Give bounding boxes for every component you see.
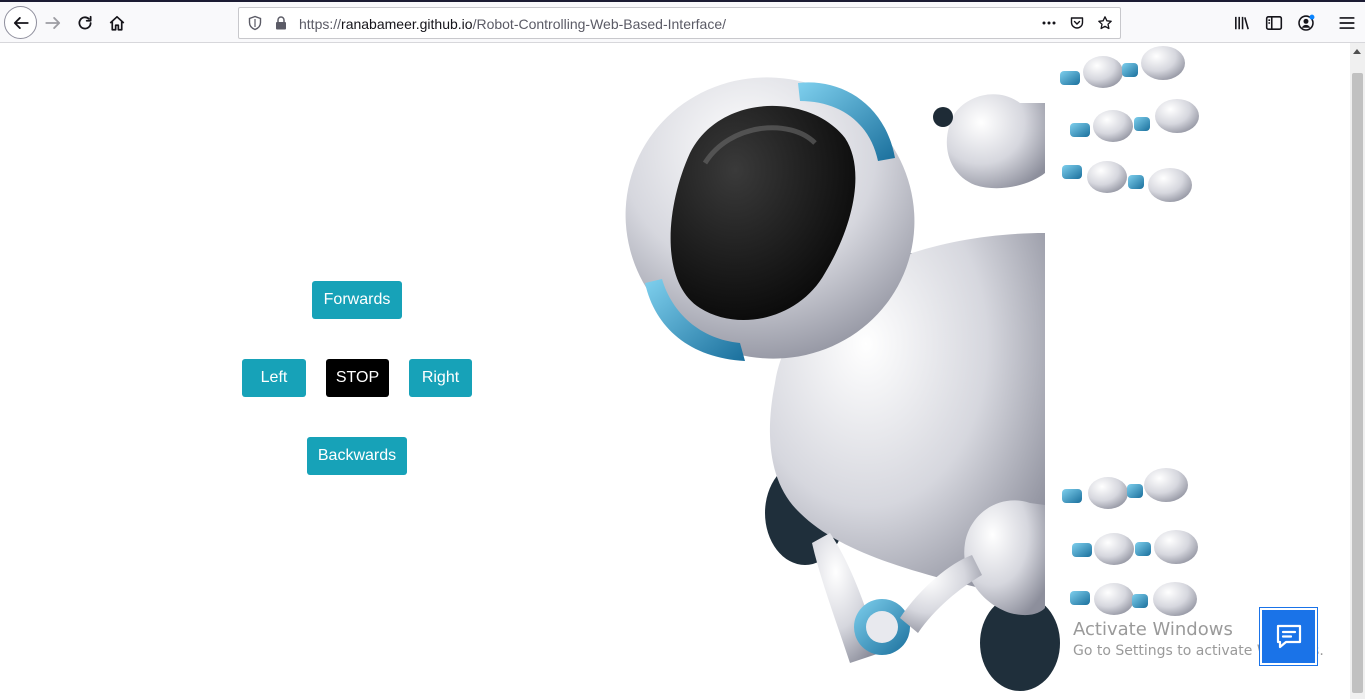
chat-widget-button[interactable] [1259, 607, 1318, 666]
back-button[interactable] [4, 6, 37, 39]
url-host: ranabameer.github.io [341, 16, 473, 32]
pocket-icon[interactable] [1069, 15, 1085, 31]
robot-illustration [625, 46, 1199, 691]
menu-button[interactable] [1331, 7, 1363, 39]
scroll-thumb[interactable] [1352, 73, 1363, 693]
library-button[interactable] [1226, 7, 1258, 39]
lock-icon[interactable] [273, 15, 289, 31]
more-icon[interactable] [1041, 15, 1057, 31]
library-icon [1235, 16, 1249, 30]
scroll-up-icon[interactable] [1353, 49, 1361, 54]
url-text: https://ranabameer.github.io/Robot-Contr… [299, 16, 726, 32]
sidebar-button[interactable] [1258, 7, 1290, 39]
home-icon [109, 15, 125, 31]
menu-icon [1339, 17, 1355, 29]
reload-button[interactable] [69, 7, 101, 39]
sidebar-icon [1265, 16, 1283, 30]
shield-icon[interactable] [247, 15, 263, 31]
page-scrollbar[interactable] [1350, 43, 1365, 699]
address-bar[interactable]: https://ranabameer.github.io/Robot-Contr… [238, 7, 1121, 39]
backwards-button[interactable]: Backwards [307, 437, 407, 475]
right-button[interactable]: Right [409, 359, 472, 397]
url-path: /Robot-Controlling-Web-Based-Interface/ [472, 16, 726, 32]
page-content: Forwards Left STOP Right Backwards Activ… [0, 43, 1350, 699]
browser-toolbar: https://ranabameer.github.io/Robot-Contr… [0, 0, 1365, 43]
url-prefix: https:// [299, 16, 342, 32]
forwards-button[interactable]: Forwards [312, 281, 402, 319]
account-icon [1298, 14, 1315, 31]
stop-button[interactable]: STOP [326, 359, 389, 397]
forward-icon [45, 17, 61, 29]
forward-button[interactable] [37, 7, 69, 39]
reload-icon [78, 15, 92, 30]
home-button[interactable] [101, 7, 133, 39]
left-button[interactable]: Left [242, 359, 306, 397]
account-button[interactable] [1290, 7, 1322, 39]
star-icon[interactable] [1097, 15, 1113, 31]
back-icon [13, 16, 29, 29]
chat-icon [1276, 624, 1301, 648]
